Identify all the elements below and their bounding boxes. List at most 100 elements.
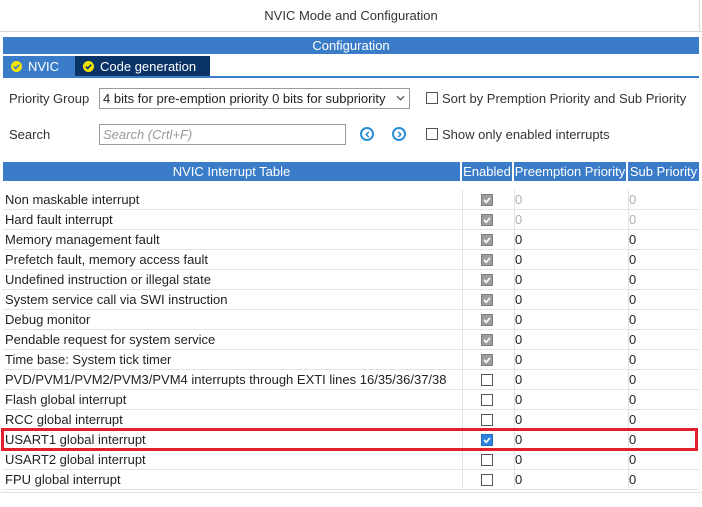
column-header-enabled[interactable]: Enabled <box>462 162 512 181</box>
interrupt-name: Time base: System tick timer <box>5 352 172 367</box>
sub-priority-value[interactable]: 0 <box>629 450 636 470</box>
checkmark-icon <box>483 357 491 364</box>
sub-priority-value[interactable]: 0 <box>629 290 636 310</box>
chevron-down-icon <box>396 95 405 101</box>
checkmark-icon <box>483 197 491 204</box>
table-row[interactable]: Flash global interrupt 0 0 <box>3 390 699 410</box>
table-row[interactable]: Memory management fault 0 0 <box>3 230 699 250</box>
column-divider <box>462 330 463 350</box>
sub-priority-value[interactable]: 0 <box>629 350 636 370</box>
table-row[interactable]: Debug monitor 0 0 <box>3 310 699 330</box>
preemption-priority-value[interactable]: 0 <box>515 270 522 290</box>
column-divider <box>462 290 463 310</box>
enabled-checkbox[interactable] <box>481 414 493 426</box>
sub-priority-value[interactable]: 0 <box>629 230 636 250</box>
enabled-checkbox[interactable] <box>481 314 493 326</box>
column-header-sub-priority[interactable]: Sub Priority <box>628 162 699 181</box>
column-divider <box>462 410 463 430</box>
interrupt-name: USART2 global interrupt <box>5 452 146 467</box>
checkmark-icon <box>483 277 491 284</box>
column-divider <box>462 470 463 490</box>
checkmark-icon <box>483 257 491 264</box>
priority-group-value: 4 bits for pre-emption priority 0 bits f… <box>103 91 386 106</box>
interrupt-name: Debug monitor <box>5 312 91 327</box>
preemption-priority-value[interactable]: 0 <box>515 190 522 210</box>
column-divider <box>462 230 463 250</box>
enabled-checkbox[interactable] <box>481 274 493 286</box>
preemption-priority-value[interactable]: 0 <box>515 250 522 270</box>
search-input[interactable]: Search (Crtl+F) <box>99 124 346 145</box>
sub-priority-value[interactable]: 0 <box>629 390 636 410</box>
table-row[interactable]: Non maskable interrupt 0 0 <box>3 190 699 210</box>
sort-priority-checkbox[interactable] <box>426 92 438 104</box>
tab-underline <box>3 76 699 78</box>
enabled-checkbox[interactable] <box>481 394 493 406</box>
enabled-checkbox[interactable] <box>481 334 493 346</box>
enabled-checkbox[interactable] <box>481 234 493 246</box>
preemption-priority-value[interactable]: 0 <box>515 330 522 350</box>
enabled-checkbox[interactable] <box>481 474 493 486</box>
preemption-priority-value[interactable]: 0 <box>515 370 522 390</box>
preemption-priority-value[interactable]: 0 <box>515 470 522 490</box>
tab-code-generation[interactable]: Code generation <box>75 56 210 76</box>
preemption-priority-value[interactable]: 0 <box>515 350 522 370</box>
interrupt-name: Pendable request for system service <box>5 332 216 347</box>
search-previous-button[interactable] <box>360 127 374 141</box>
interrupt-name: FPU global interrupt <box>5 472 121 487</box>
sub-priority-value[interactable]: 0 <box>629 370 636 390</box>
column-divider <box>462 250 463 270</box>
sub-priority-value[interactable]: 0 <box>629 310 636 330</box>
table-row[interactable]: Prefetch fault, memory access fault 0 0 <box>3 250 699 270</box>
search-placeholder: Search (Crtl+F) <box>103 127 193 142</box>
interrupt-name: Undefined instruction or illegal state <box>5 272 211 287</box>
preemption-priority-value[interactable]: 0 <box>515 310 522 330</box>
preemption-priority-value[interactable]: 0 <box>515 450 522 470</box>
column-header-preemption[interactable]: Preemption Priority <box>514 162 626 181</box>
preemption-priority-value[interactable]: 0 <box>515 230 522 250</box>
enabled-checkbox[interactable] <box>481 454 493 466</box>
table-row[interactable]: Pendable request for system service 0 0 <box>3 330 699 350</box>
table-bottom-border <box>0 492 702 493</box>
sub-priority-value[interactable]: 0 <box>629 210 636 230</box>
sub-priority-value[interactable]: 0 <box>629 190 636 210</box>
preemption-priority-value[interactable]: 0 <box>515 410 522 430</box>
sub-priority-value[interactable]: 0 <box>629 470 636 490</box>
table-row[interactable]: PVD/PVM1/PVM2/PVM3/PVM4 interrupts throu… <box>3 370 699 390</box>
table-row[interactable]: System service call via SWI instruction 0… <box>3 290 699 310</box>
column-divider <box>462 450 463 470</box>
search-next-button[interactable] <box>392 127 406 141</box>
preemption-priority-value[interactable]: 0 <box>515 290 522 310</box>
enabled-checkbox[interactable] <box>481 374 493 386</box>
interrupt-name: Memory management fault <box>5 232 160 247</box>
table-row[interactable]: Time base: System tick timer 0 0 <box>3 350 699 370</box>
column-divider <box>462 210 463 230</box>
column-divider <box>462 310 463 330</box>
sub-priority-value[interactable]: 0 <box>629 250 636 270</box>
table-row[interactable]: USART2 global interrupt 0 0 <box>3 450 699 470</box>
table-row[interactable]: Hard fault interrupt 0 0 <box>3 210 699 230</box>
interrupt-name: Prefetch fault, memory access fault <box>5 252 209 267</box>
table-row[interactable]: FPU global interrupt 0 0 <box>3 470 699 490</box>
table-row[interactable]: RCC global interrupt 0 0 <box>3 410 699 430</box>
sub-priority-value[interactable]: 0 <box>629 270 636 290</box>
enabled-checkbox[interactable] <box>481 294 493 306</box>
enabled-checkbox[interactable] <box>481 354 493 366</box>
preemption-priority-value[interactable]: 0 <box>515 390 522 410</box>
chevron-right-icon <box>397 130 402 138</box>
sort-priority-label: Sort by Premption Priority and Sub Prior… <box>442 91 687 106</box>
column-divider <box>462 270 463 290</box>
tab-nvic[interactable]: NVIC <box>3 56 75 76</box>
enabled-checkbox[interactable] <box>481 254 493 266</box>
table-row[interactable]: Undefined instruction or illegal state 0 0 <box>3 270 699 290</box>
priority-group-select[interactable]: 4 bits for pre-emption priority 0 bits f… <box>99 88 410 109</box>
sub-priority-value[interactable]: 0 <box>629 410 636 430</box>
window-title: NVIC Mode and Configuration <box>0 0 702 32</box>
enabled-checkbox[interactable] <box>481 214 493 226</box>
checkmark-icon <box>483 317 491 324</box>
show-enabled-checkbox[interactable] <box>426 128 438 140</box>
enabled-checkbox[interactable] <box>481 194 493 206</box>
check-circle-icon <box>11 60 22 72</box>
sub-priority-value[interactable]: 0 <box>629 330 636 350</box>
column-header-interrupt[interactable]: NVIC Interrupt Table <box>3 162 460 181</box>
preemption-priority-value[interactable]: 0 <box>515 210 522 230</box>
